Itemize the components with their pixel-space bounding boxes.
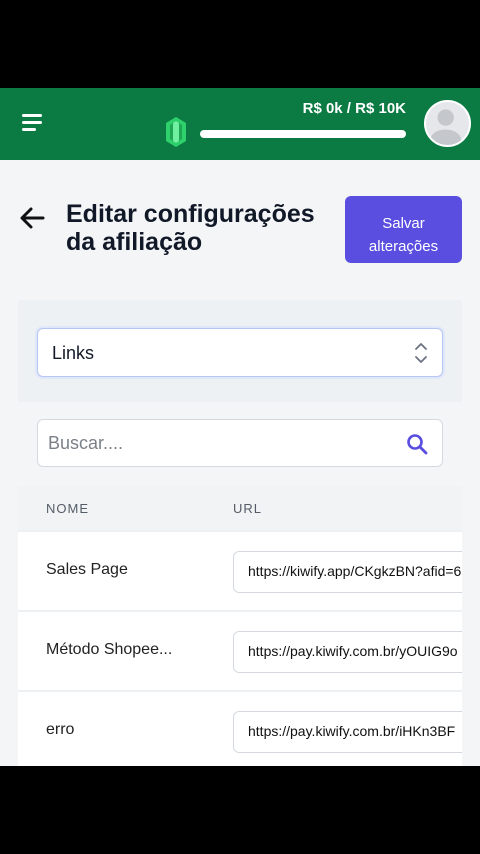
row-url-field[interactable]: https://pay.kiwify.com.br/iHKn3BF [233,711,462,753]
row-name: Método Shopee... [46,641,173,658]
top-bar: R$ 0k / R$ 10K [0,88,480,160]
save-button-line-1: Salvar [382,214,425,232]
row-name: erro [46,721,75,738]
table-row: Sales Page https://kiwify.app/CKgkzBN?af… [18,532,462,610]
revenue-progress-fill [200,130,406,138]
search-input[interactable] [48,420,388,466]
section-select[interactable]: Links [37,328,443,377]
table-header: NOME URL [18,486,462,530]
revenue-goal-text: R$ 0k / R$ 10K [302,100,406,117]
save-button-line-2: alterações [368,237,439,255]
table-row: erro https://pay.kiwify.com.br/iHKn3BF [18,692,462,766]
row-name: Sales Page [46,561,128,578]
page-title: Editar configurações da afiliação [66,200,336,256]
section-select-value: Links [52,343,95,363]
search-icon[interactable] [406,433,428,455]
revenue-progress-bar [200,130,406,138]
row-url-field[interactable]: https://pay.kiwify.com.br/yOUIG9o [233,631,462,673]
page-header: Editar configurações da afiliação Salvar… [0,196,480,266]
app-screen: R$ 0k / R$ 10K Editar configurações da a… [0,88,480,766]
user-avatar-icon[interactable] [424,100,471,147]
back-arrow-icon[interactable] [18,204,46,232]
column-header-url: URL [233,501,263,516]
column-header-name: NOME [46,501,89,516]
page-title-line-2: da afiliação [66,228,203,256]
save-changes-button[interactable]: Salvar alterações [345,196,462,263]
page-title-line-1: Editar configurações [66,200,315,228]
green-gem-icon [166,117,186,147]
hamburger-menu-icon[interactable] [18,110,48,136]
search-box [37,419,443,467]
chevron-up-down-icon [415,343,427,363]
table-row: Método Shopee... https://pay.kiwify.com.… [18,612,462,690]
row-url-field[interactable]: https://kiwify.app/CKgkzBN?afid=6 [233,551,462,593]
